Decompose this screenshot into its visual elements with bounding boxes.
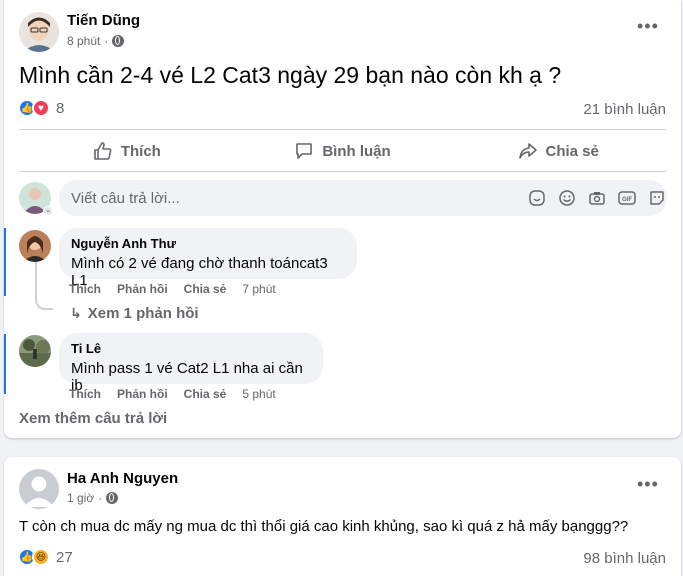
author-avatar[interactable] (19, 469, 59, 509)
divider (19, 129, 666, 130)
post-card: Ha Anh Nguyen 1 giờ · ••• T còn ch mua d… (4, 457, 681, 576)
more-icon[interactable]: ••• (637, 16, 659, 37)
reaction-count: 8 (56, 99, 65, 117)
post-card: Tiến Dũng 8 phút · ••• Mình cần 2-4 vé L… (4, 0, 681, 438)
reply-arrow-icon: ↳ (70, 305, 82, 321)
comment-time[interactable]: 7 phút (242, 282, 275, 296)
emoji-icon[interactable] (558, 189, 576, 207)
view-replies-link[interactable]: ↳ Xem 1 phản hồi (70, 305, 199, 322)
thread-highlight (4, 228, 6, 296)
more-icon[interactable]: ••• (637, 474, 659, 495)
comment-time[interactable]: 5 phút (242, 387, 275, 401)
comment-share-link[interactable]: Chia sẻ (184, 282, 227, 296)
commenter-avatar[interactable] (19, 230, 51, 262)
comment-like-link[interactable]: Thích (69, 282, 101, 296)
comment-actions: Thích Phản hồi Chia sẻ 7 phút (69, 282, 276, 296)
comment-like-link[interactable]: Thích (69, 387, 101, 401)
reply-placeholder: Viết câu trả lời... (71, 189, 180, 207)
post-content: T còn ch mua dc mấy ng mua dc thì thổi g… (19, 518, 629, 535)
view-replies-label: Xem 1 phản hồi (87, 305, 199, 322)
post-meta: 8 phút · (67, 34, 125, 48)
sticker-icon[interactable] (528, 189, 546, 207)
commenter-name[interactable]: Nguyễn Anh Thư (71, 236, 345, 251)
composer-tools: GIF (528, 189, 666, 207)
comment-reply-link[interactable]: Phản hồi (117, 282, 168, 296)
more-replies-link[interactable]: Xem thêm câu trả lời (19, 410, 167, 427)
like-button[interactable]: Thích (19, 134, 235, 168)
comment-count[interactable]: 21 bình luận (583, 101, 666, 118)
commenter-avatar[interactable] (19, 335, 51, 367)
author-avatar[interactable] (19, 12, 59, 52)
share-label: Chia sẻ (545, 142, 599, 160)
camera-icon[interactable] (588, 189, 606, 207)
post-time[interactable]: 1 giờ (67, 491, 94, 505)
reaction-count: 27 (56, 548, 73, 566)
comment-icon (296, 143, 313, 159)
reactions-summary[interactable]: 👍 😆 27 (18, 548, 73, 566)
post-content: Mình cần 2-4 vé L2 Cat3 ngày 29 bạn nào … (19, 62, 562, 88)
post-meta: 1 giờ · (67, 491, 119, 505)
avatar-sticker-icon[interactable] (648, 189, 666, 207)
comment-bubble: Ti Lê Mình pass 1 vé Cat2 L1 nha ai cần … (59, 333, 323, 394)
globe-icon (106, 492, 119, 504)
commenter-name[interactable]: Ti Lê (71, 341, 311, 356)
post-actions: Thích Bình luận Chia sẻ (19, 134, 666, 168)
comment-label: Bình luận (322, 142, 391, 160)
comment-bubble: Nguyễn Anh Thư Mình có 2 vé đang chờ tha… (59, 228, 357, 289)
author-name[interactable]: Ha Anh Nguyen (67, 470, 178, 487)
thread-line (35, 262, 53, 310)
like-icon (94, 142, 112, 160)
post-time[interactable]: 8 phút (67, 34, 100, 48)
love-icon: ♥ (32, 99, 50, 117)
like-label: Thích (120, 142, 161, 160)
thread-highlight (4, 334, 6, 394)
comment-share-link[interactable]: Chia sẻ (184, 387, 227, 401)
svg-text:GIF: GIF (622, 197, 632, 203)
reactions-summary[interactable]: 👍 ♥ 8 (18, 99, 64, 117)
share-button[interactable]: Chia sẻ (450, 134, 666, 168)
haha-icon: 😆 (32, 548, 50, 566)
comment-button[interactable]: Bình luận (235, 134, 451, 168)
comment-actions: Thích Phản hồi Chia sẻ 5 phút (69, 387, 276, 401)
chevron-down-icon[interactable]: ⌄ (43, 206, 53, 216)
comment-count[interactable]: 98 bình luận (583, 550, 666, 567)
gif-icon[interactable]: GIF (618, 189, 636, 207)
globe-icon (112, 35, 125, 47)
author-name[interactable]: Tiến Dũng (67, 12, 140, 29)
share-icon (518, 143, 537, 159)
comment-reply-link[interactable]: Phản hồi (117, 387, 168, 401)
divider (19, 171, 666, 172)
